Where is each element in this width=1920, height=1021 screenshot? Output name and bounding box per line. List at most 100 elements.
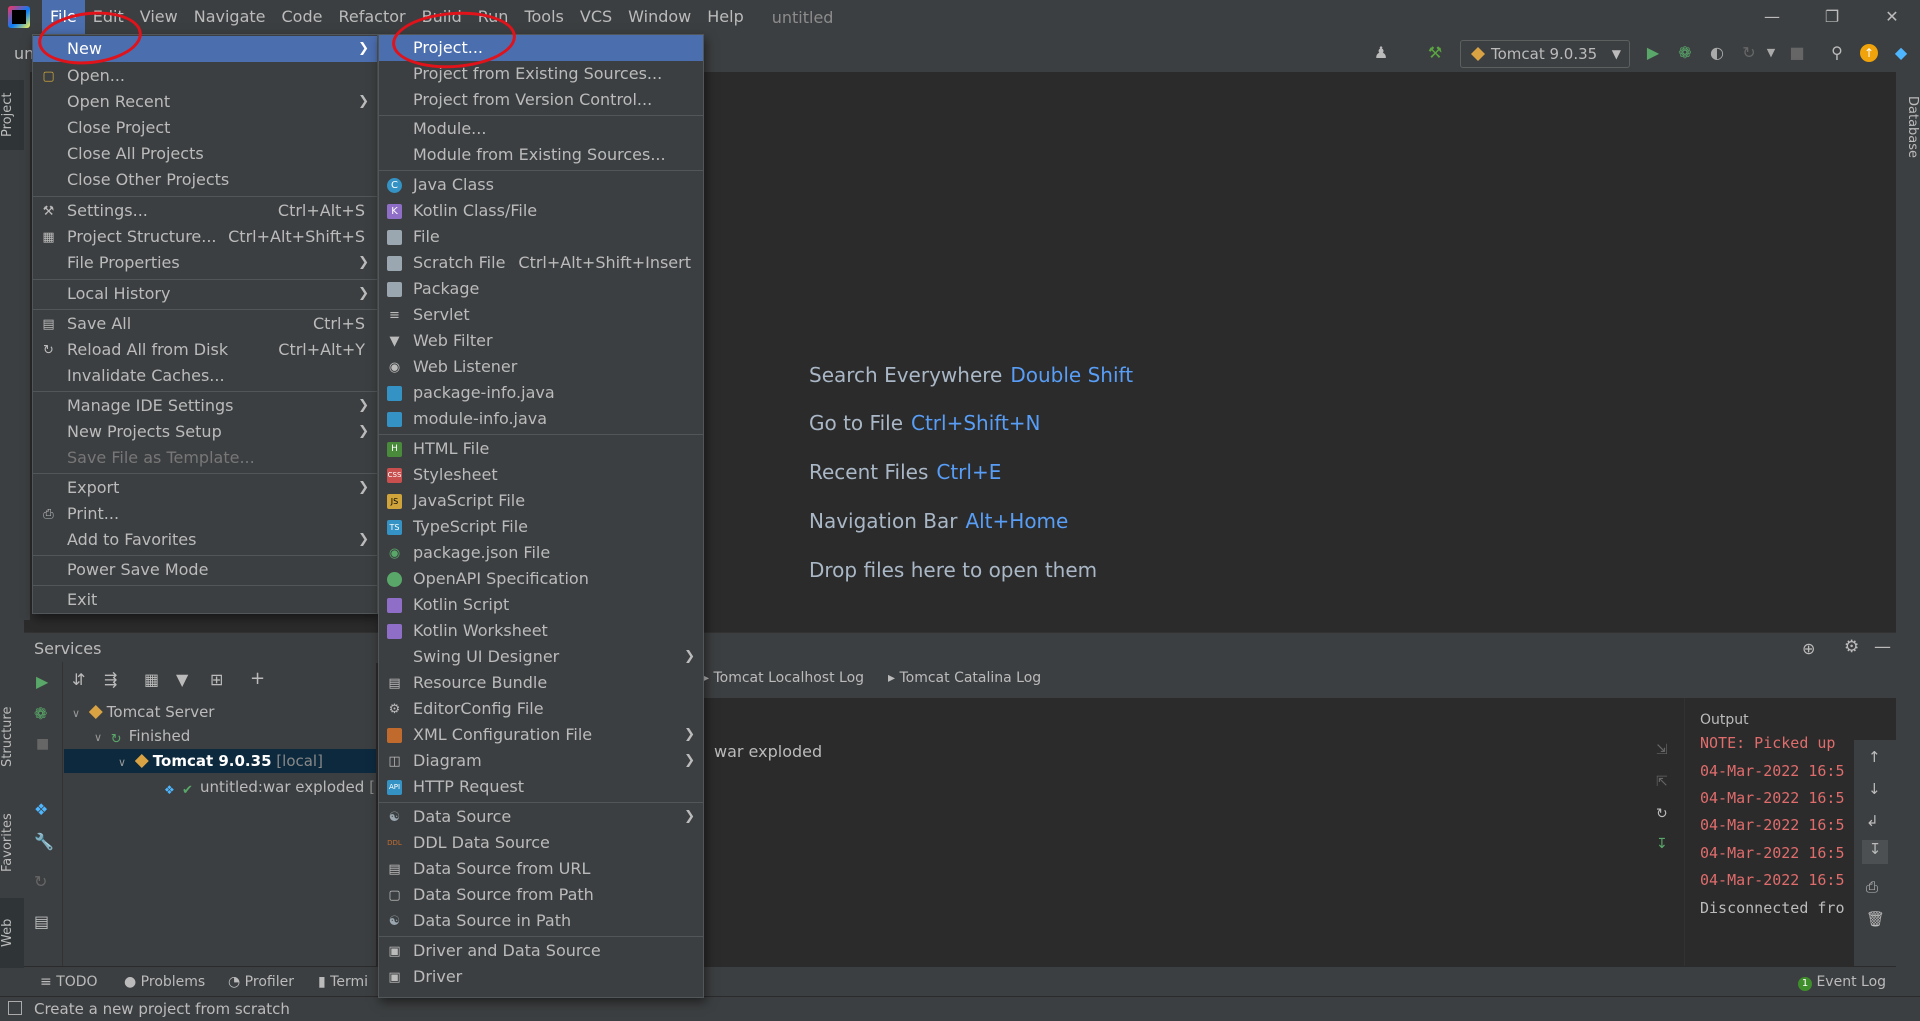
- menu-item-print[interactable]: ⎙ Print...: [33, 501, 377, 527]
- scroll-up-icon[interactable]: ↑: [1868, 748, 1881, 766]
- search-icon[interactable]: ⚲: [1828, 44, 1846, 62]
- expand-all-icon[interactable]: ⇵: [72, 670, 85, 689]
- structure-tool-tab[interactable]: Structure: [0, 692, 24, 782]
- menu-item-java-class[interactable]: C Java Class: [379, 172, 703, 198]
- terminal-tab[interactable]: ▮ Termi: [318, 974, 368, 990]
- collapse-all-icon[interactable]: ⇶: [104, 670, 117, 689]
- menu-window[interactable]: Window: [620, 0, 699, 34]
- chevron-down-icon[interactable]: ∨: [118, 751, 130, 775]
- menu-item-close-all[interactable]: Close All Projects: [33, 141, 377, 167]
- menu-item-kotlin-worksheet[interactable]: Kotlin Worksheet: [379, 618, 703, 644]
- menu-item-close-other[interactable]: Close Other Projects: [33, 167, 377, 193]
- build-hammer-icon[interactable]: ⚒: [1426, 44, 1444, 62]
- menu-item-reload[interactable]: ↻ Reload All from Disk Ctrl+Alt+Y: [33, 337, 377, 363]
- menu-item-servlet[interactable]: ≡ Servlet: [379, 302, 703, 328]
- profile-icon[interactable]: ↻: [1740, 44, 1758, 62]
- menu-item-web-listener[interactable]: ◉ Web Listener: [379, 354, 703, 380]
- menu-item-ds-in-path[interactable]: ☯ Data Source in Path: [379, 908, 703, 934]
- menu-help[interactable]: Help: [699, 0, 751, 34]
- tab-catalina-log[interactable]: ▸ Tomcat Catalina Log: [888, 670, 1041, 686]
- menu-item-file-properties[interactable]: File Properties ❯: [33, 250, 377, 276]
- crosshair-icon[interactable]: ⊕: [1802, 639, 1815, 658]
- menu-item-xml-config[interactable]: XML Configuration File ❯: [379, 722, 703, 748]
- menu-item-module-info[interactable]: module-info.java: [379, 406, 703, 432]
- tree-node-artifact[interactable]: ❖ ✔ untitled:war exploded [: [164, 775, 375, 799]
- menu-item-invalidate[interactable]: Invalidate Caches...: [33, 363, 377, 389]
- hide-panel-icon[interactable]: —: [1874, 637, 1891, 657]
- menu-item-package[interactable]: Package: [379, 276, 703, 302]
- add-service-icon[interactable]: +: [250, 668, 265, 689]
- menu-item-http-request[interactable]: API HTTP Request: [379, 774, 703, 800]
- menu-item-project-vcs[interactable]: Project from Version Control...: [379, 87, 703, 113]
- trash-icon[interactable]: 🗑: [1866, 910, 1885, 928]
- minimize-icon[interactable]: —: [1744, 0, 1800, 34]
- run-icon[interactable]: ▶: [1644, 44, 1662, 62]
- layout-icon[interactable]: ▤: [34, 912, 49, 931]
- menu-item-project-structure[interactable]: ▦ Project Structure... Ctrl+Alt+Shift+S: [33, 224, 377, 250]
- menu-item-stylesheet[interactable]: CSS Stylesheet: [379, 462, 703, 488]
- undeploy-icon[interactable]: ⇱: [1656, 774, 1668, 790]
- tree-node-tomcat-instance[interactable]: ∨ Tomcat 9.0.35 [local]: [64, 749, 376, 773]
- menu-item-save-all[interactable]: ▤ Save All Ctrl+S: [33, 311, 377, 337]
- menu-item-diagram[interactable]: ◫ Diagram ❯: [379, 748, 703, 774]
- tree-node-finished[interactable]: ∨ ↻ Finished: [94, 724, 190, 748]
- project-tool-tab[interactable]: Project: [0, 80, 24, 150]
- menu-item-scratch[interactable]: Scratch File Ctrl+Alt+Shift+Insert: [379, 250, 703, 276]
- new-tab-icon[interactable]: ⊞: [210, 670, 223, 689]
- menu-item-power-save[interactable]: Power Save Mode: [33, 557, 377, 583]
- refresh-icon[interactable]: ↻: [34, 872, 47, 891]
- menu-item-open-recent[interactable]: Open Recent ❯: [33, 89, 377, 115]
- menu-item-driver-ds[interactable]: ▣ Driver and Data Source: [379, 938, 703, 964]
- menu-item-file[interactable]: File: [379, 224, 703, 250]
- menu-item-data-source[interactable]: ☯ Data Source ❯: [379, 804, 703, 830]
- database-tool-tab[interactable]: Database: [1896, 82, 1920, 172]
- menu-tools[interactable]: Tools: [516, 0, 571, 34]
- coverage-icon[interactable]: ◐: [1708, 44, 1726, 62]
- menu-item-close-project[interactable]: Close Project: [33, 115, 377, 141]
- close-window-icon[interactable]: ✕: [1864, 0, 1920, 34]
- menu-item-ds-url[interactable]: ▤ Data Source from URL: [379, 856, 703, 882]
- stop-icon[interactable]: ■: [36, 736, 49, 752]
- wrench-icon[interactable]: 🔧: [34, 832, 54, 851]
- jetbrains-toolbox-icon[interactable]: ◆: [1892, 44, 1910, 62]
- menu-item-editorconfig[interactable]: ⚙ EditorConfig File: [379, 696, 703, 722]
- favorites-tool-tab[interactable]: Favorites: [0, 798, 24, 888]
- problems-tab[interactable]: ● Problems: [124, 974, 205, 990]
- menu-item-html[interactable]: H HTML File: [379, 436, 703, 462]
- menu-item-manage-ide[interactable]: Manage IDE Settings ❯: [33, 393, 377, 419]
- menu-item-web-filter[interactable]: ▼ Web Filter: [379, 328, 703, 354]
- menu-item-export[interactable]: Export ❯: [33, 475, 377, 501]
- menu-navigate[interactable]: Navigate: [186, 0, 274, 34]
- run-configuration-select[interactable]: Tomcat 9.0.35 ▼: [1460, 40, 1630, 68]
- menu-item-exit[interactable]: Exit: [33, 587, 377, 613]
- tree-node-tomcat-server[interactable]: ∨ Tomcat Server: [72, 700, 214, 724]
- debug-icon[interactable]: ❁: [34, 704, 47, 723]
- chevron-down-icon[interactable]: ∨: [94, 726, 106, 750]
- update-icon[interactable]: ↑: [1860, 44, 1878, 62]
- deploy-icon[interactable]: ❖: [34, 800, 48, 819]
- restore-icon[interactable]: ❐: [1804, 0, 1860, 34]
- run-icon[interactable]: ▶: [36, 672, 48, 691]
- menu-item-local-history[interactable]: Local History ❯: [33, 281, 377, 307]
- menu-item-kotlin-class[interactable]: K Kotlin Class/File: [379, 198, 703, 224]
- toggle-panels-icon[interactable]: [8, 1001, 22, 1015]
- tab-localhost-log[interactable]: ▸ Tomcat Localhost Log: [702, 670, 864, 686]
- menu-item-javascript[interactable]: JS JavaScript File: [379, 488, 703, 514]
- menu-item-module[interactable]: Module...: [379, 116, 703, 142]
- stop-icon[interactable]: ■: [1788, 44, 1806, 62]
- event-log-tab[interactable]: 1 Event Log: [1798, 974, 1886, 991]
- menu-item-module-existing[interactable]: Module from Existing Sources...: [379, 142, 703, 168]
- menu-item-ddl[interactable]: DDL DDL Data Source: [379, 830, 703, 856]
- menu-item-ds-path[interactable]: ▢ Data Source from Path: [379, 882, 703, 908]
- menu-vcs[interactable]: VCS: [572, 0, 620, 34]
- chevron-down-icon[interactable]: ▼: [1762, 44, 1780, 62]
- menu-item-resource-bundle[interactable]: ▤ Resource Bundle: [379, 670, 703, 696]
- menu-item-typescript[interactable]: TS TypeScript File: [379, 514, 703, 540]
- refresh-icon[interactable]: ↻: [1656, 806, 1668, 822]
- chevron-down-icon[interactable]: ∨: [72, 702, 84, 726]
- menu-item-package-json[interactable]: ◉ package.json File: [379, 540, 703, 566]
- menu-item-swing[interactable]: Swing UI Designer ❯: [379, 644, 703, 670]
- web-tool-tab[interactable]: Web: [0, 898, 24, 968]
- menu-item-kotlin-script[interactable]: Kotlin Script: [379, 592, 703, 618]
- menu-item-openapi[interactable]: OpenAPI Specification: [379, 566, 703, 592]
